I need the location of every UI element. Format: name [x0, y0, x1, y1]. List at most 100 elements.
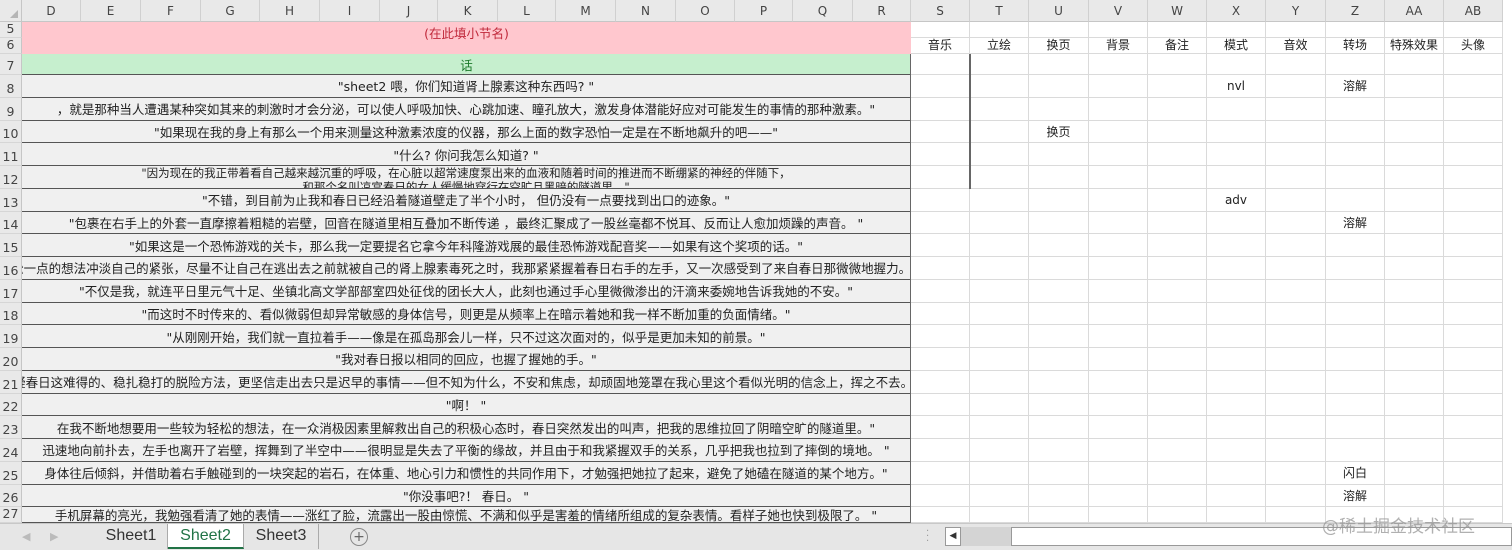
cell-Y25[interactable]	[1266, 461, 1326, 485]
cell-U9[interactable]	[1029, 97, 1089, 121]
cell-X27[interactable]	[1207, 507, 1266, 523]
row-header[interactable]: 10	[0, 120, 22, 144]
cell-S10[interactable]	[911, 120, 970, 144]
cell-W24[interactable]	[1148, 439, 1207, 462]
cell-T17[interactable]	[970, 279, 1029, 303]
cell-T16[interactable]	[970, 257, 1029, 280]
cell-S22[interactable]	[911, 393, 970, 417]
cell-Y9[interactable]	[1266, 97, 1326, 121]
cell-T7[interactable]	[970, 54, 1029, 75]
cell-U16[interactable]	[1029, 257, 1089, 280]
cell-V21[interactable]	[1089, 370, 1148, 394]
cell-X20[interactable]	[1207, 348, 1266, 371]
cell-W5[interactable]	[1148, 22, 1207, 38]
sheet-tab-sheet1[interactable]: Sheet1	[95, 524, 168, 549]
cell-W17[interactable]	[1148, 279, 1207, 303]
cell-W15[interactable]	[1148, 234, 1207, 257]
sheet-tab-sheet2[interactable]: Sheet2	[168, 524, 244, 549]
cell-Z13[interactable]	[1326, 188, 1385, 212]
cell-T5[interactable]	[970, 22, 1029, 38]
dialogue-cell[interactable]: "因为现在的我正带着看自己越来越沉重的呼吸，在心脏以超常速度泵出来的血液和随着时…	[22, 166, 911, 189]
cell-S7[interactable]	[911, 54, 970, 75]
cell-X21[interactable]	[1207, 370, 1266, 394]
column-header-G[interactable]: G	[201, 0, 260, 22]
column-label-cell[interactable]: 换页	[1029, 38, 1089, 54]
dialogue-cell[interactable]: "你没事吧?！ 春日。 "	[22, 484, 911, 508]
cell-S16[interactable]	[911, 257, 970, 280]
cell-W13[interactable]	[1148, 188, 1207, 212]
row-header[interactable]: 14	[0, 211, 22, 235]
cell-AA20[interactable]	[1385, 348, 1444, 371]
cell-X5[interactable]	[1207, 22, 1266, 38]
cell-V11[interactable]	[1089, 143, 1148, 166]
cell-W11[interactable]	[1148, 143, 1207, 166]
column-header-L[interactable]: L	[498, 0, 556, 22]
cell-Z9[interactable]	[1326, 97, 1385, 121]
column-header-Q[interactable]: Q	[793, 0, 853, 22]
cell-V5[interactable]	[1089, 22, 1148, 38]
column-header-M[interactable]: M	[556, 0, 616, 22]
column-header-V[interactable]: V	[1089, 0, 1148, 22]
dialogue-cell[interactable]: "如果现在我的身上有那么一个用来测量这种激素浓度的仪器，那么上面的数字恐怕一定是…	[22, 120, 911, 144]
cell-S11[interactable]	[911, 143, 970, 166]
cell-T8[interactable]	[970, 75, 1029, 98]
cell-V24[interactable]	[1089, 439, 1148, 462]
cell-S20[interactable]	[911, 348, 970, 371]
row-header[interactable]: 16	[0, 257, 22, 280]
column-label-cell[interactable]: 特殊效果	[1385, 38, 1444, 54]
dialogue-cell[interactable]: 迅速地向前扑去，左手也离开了岩壁，挥舞到了半空中——很明显是失去了平衡的缘故，并…	[22, 439, 911, 462]
cell-S27[interactable]	[911, 507, 970, 523]
cell-AB13[interactable]	[1444, 188, 1503, 212]
cell-Z20[interactable]	[1326, 348, 1385, 371]
column-header-O[interactable]: O	[676, 0, 735, 22]
cell-X15[interactable]	[1207, 234, 1266, 257]
cell-Y11[interactable]	[1266, 143, 1326, 166]
cell-W26[interactable]	[1148, 484, 1207, 508]
cell-AB21[interactable]	[1444, 370, 1503, 394]
horizontal-scrollbar-thumb[interactable]	[961, 527, 1011, 546]
cell-X13[interactable]: adv	[1207, 188, 1266, 212]
cell-W19[interactable]	[1148, 325, 1207, 348]
cell-AB15[interactable]	[1444, 234, 1503, 257]
cell-U8[interactable]	[1029, 75, 1089, 98]
dialogue-cell[interactable]: "不仅是我，就连平日里元气十足、坐镇北高文学部部室四处征伐的团长大人，此刻也通过…	[22, 279, 911, 303]
cell-AB20[interactable]	[1444, 348, 1503, 371]
dialogue-cell[interactable]: 松一点的想法冲淡自己的紧张，尽量不让自己在逃出去之前就被自己的肾上腺素毒死之时，…	[22, 257, 911, 280]
column-header-H[interactable]: H	[260, 0, 320, 22]
cell-V18[interactable]	[1089, 302, 1148, 326]
dialogue-header-cell[interactable]: 话	[22, 54, 911, 75]
cell-S23[interactable]	[911, 416, 970, 439]
cell-T27[interactable]	[970, 507, 1029, 523]
cell-T14[interactable]	[970, 211, 1029, 235]
cell-AA18[interactable]	[1385, 302, 1444, 326]
column-header-Y[interactable]: Y	[1266, 0, 1326, 22]
cell-W14[interactable]	[1148, 211, 1207, 235]
add-sheet-button[interactable]: +	[350, 528, 368, 546]
cell-AB26[interactable]	[1444, 484, 1503, 508]
cell-U24[interactable]	[1029, 439, 1089, 462]
cell-T10[interactable]	[970, 120, 1029, 144]
dialogue-cell[interactable]: 在我不断地想要用一些较为轻松的想法，在一众消极因素里解救出自己的积极心态时，春日…	[22, 416, 911, 439]
cell-W27[interactable]	[1148, 507, 1207, 523]
cell-Y22[interactable]	[1266, 393, 1326, 417]
cell-AA22[interactable]	[1385, 393, 1444, 417]
cell-S19[interactable]	[911, 325, 970, 348]
cell-Y18[interactable]	[1266, 302, 1326, 326]
cell-Z10[interactable]	[1326, 120, 1385, 144]
cell-T21[interactable]	[970, 370, 1029, 394]
next-sheet-icon[interactable]: ▶	[50, 530, 58, 543]
cell-X11[interactable]	[1207, 143, 1266, 166]
cell-W22[interactable]	[1148, 393, 1207, 417]
cell-V19[interactable]	[1089, 325, 1148, 348]
dialogue-cell[interactable]: 身体往后倾斜，并借助着右手触碰到的一块突起的岩石，在体重、地心引力和惯性的共同作…	[22, 461, 911, 485]
dialogue-cell[interactable]: "啊！ "	[22, 393, 911, 417]
cell-T13[interactable]	[970, 188, 1029, 212]
cell-AA17[interactable]	[1385, 279, 1444, 303]
row-header[interactable]: 23	[0, 416, 22, 439]
cell-T25[interactable]	[970, 461, 1029, 485]
cell-X10[interactable]	[1207, 120, 1266, 144]
cell-X16[interactable]	[1207, 257, 1266, 280]
column-header-K[interactable]: K	[438, 0, 498, 22]
column-label-cell[interactable]: 立绘	[970, 38, 1029, 54]
column-label-cell[interactable]: 模式	[1207, 38, 1266, 54]
